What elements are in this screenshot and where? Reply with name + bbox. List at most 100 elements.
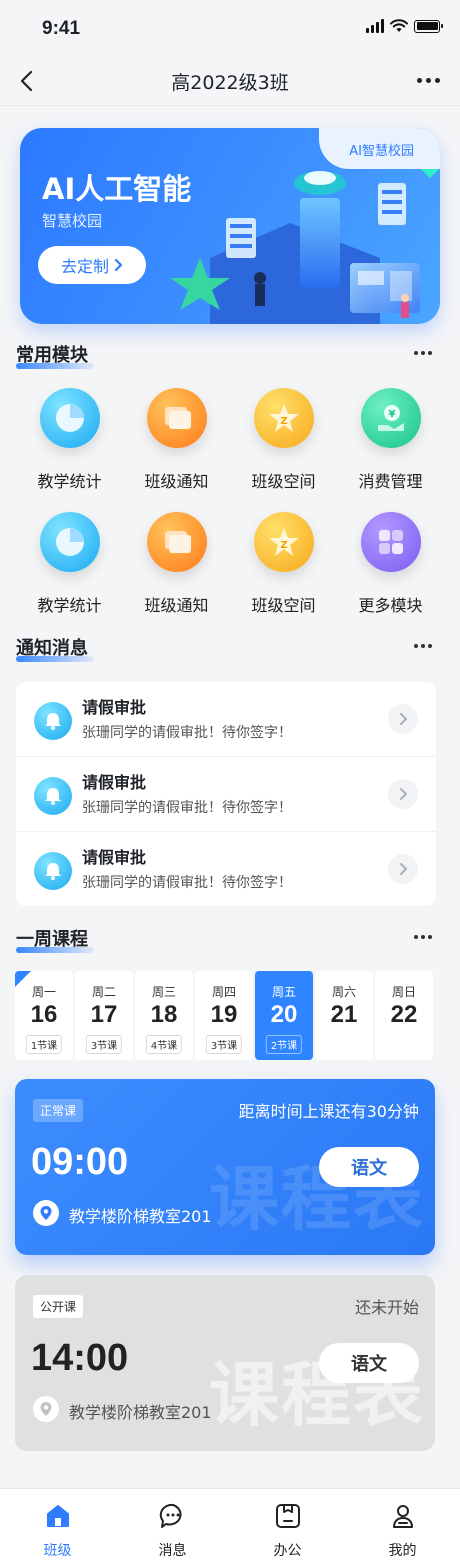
day-name: 周三 <box>151 985 176 999</box>
module-label: 教学统计 <box>37 472 102 491</box>
chat-icon <box>158 1501 188 1531</box>
customize-button-label: 去定制 <box>60 257 109 276</box>
page-title: 高2022级3班 <box>171 72 289 94</box>
notice-item[interactable]: 请假审批 张珊同学的请假审批！待你签字！ <box>16 757 436 832</box>
svg-text:Z: Z <box>280 416 287 427</box>
day-cell-wed[interactable]: 周三 18 4节课 <box>135 971 193 1060</box>
course-status: 还未开始 <box>354 1298 419 1317</box>
signal-icon <box>366 19 384 33</box>
message-icon <box>146 512 207 572</box>
course-card[interactable]: 课程表 正常课 距离时间上课还有30分钟 09:00 语文 教学楼阶梯教室201 <box>15 1079 435 1255</box>
notice-title: 请假审批 <box>82 848 147 867</box>
tab-bar: 班级 消息 办公 我的 <box>0 1488 460 1563</box>
notice-list: 请假审批 张珊同学的请假审批！待你签字！ 请假审批 张珊同学的请假审批！待你签字… <box>16 682 436 906</box>
briefcase-icon <box>273 1501 303 1531</box>
chevron-right-icon <box>114 259 123 271</box>
notice-desc: 张珊同学的请假审批！待你签字！ <box>82 800 292 816</box>
course-card[interactable]: 课程表 公开课 还未开始 14:00 语文 教学楼阶梯教室201 <box>15 1275 435 1451</box>
location-pin-icon <box>33 1200 59 1226</box>
day-name: 周一 <box>31 985 56 999</box>
notice-section-header: 通知消息 <box>16 634 444 662</box>
star-icon: Z <box>253 512 314 572</box>
section-more-button[interactable] <box>414 935 432 939</box>
day-name: 周二 <box>91 985 116 999</box>
section-more-button[interactable] <box>414 644 432 648</box>
customize-button[interactable]: 去定制 <box>38 246 146 284</box>
tab-class[interactable]: 班级 <box>0 1489 115 1563</box>
day-cell-sun[interactable]: 周日 22 <box>375 971 433 1060</box>
week-calendar: 周一 16 1节课 周二 17 3节课 周三 18 4节课 周四 19 3节课 … <box>15 971 435 1060</box>
day-cell-mon[interactable]: 周一 16 1节课 <box>15 971 73 1060</box>
svg-text:¥: ¥ <box>388 409 395 420</box>
day-cell-tue[interactable]: 周二 17 3节课 <box>75 971 133 1060</box>
notice-desc: 张珊同学的请假审批！待你签字！ <box>82 875 292 891</box>
section-title: 常用模块 <box>16 341 94 369</box>
module-label: 班级通知 <box>144 596 209 615</box>
banner[interactable]: AI智慧校园 AI人工智能 智慧校园 去定制 <box>20 128 440 324</box>
day-cell-thu[interactable]: 周四 19 3节课 <box>195 971 253 1060</box>
module-item[interactable]: ¥ 消费管理 <box>337 388 444 494</box>
more-button[interactable] <box>417 78 440 83</box>
module-label: 班级空间 <box>251 472 316 491</box>
course-location: 教学楼阶梯教室201 <box>69 1403 212 1422</box>
grid-icon <box>360 512 421 572</box>
chevron-right-icon[interactable] <box>388 779 418 809</box>
message-icon <box>146 388 207 448</box>
module-label: 班级通知 <box>144 472 209 491</box>
week-section-header: 一周课程 <box>16 925 444 953</box>
course-subject-button[interactable]: 语文 <box>319 1147 419 1187</box>
day-name: 周四 <box>211 985 236 999</box>
home-icon <box>43 1501 73 1531</box>
module-item[interactable]: 更多模块 <box>337 512 444 618</box>
tab-label: 班级 <box>43 1543 72 1559</box>
tab-profile[interactable]: 我的 <box>345 1489 460 1563</box>
tab-messages[interactable]: 消息 <box>115 1489 230 1563</box>
tab-label: 办公 <box>273 1543 302 1559</box>
banner-tag: AI智慧校园 <box>319 128 440 169</box>
lesson-count: 1节课 <box>25 1035 63 1054</box>
notice-item[interactable]: 请假审批 张珊同学的请假审批！待你签字！ <box>16 832 436 907</box>
location-pin-icon <box>33 1396 59 1422</box>
course-subject-button[interactable]: 语文 <box>319 1343 419 1383</box>
module-label: 更多模块 <box>358 596 423 615</box>
bell-icon <box>34 777 72 815</box>
tab-office[interactable]: 办公 <box>230 1489 345 1563</box>
lesson-count: 3节课 <box>205 1035 243 1054</box>
module-item[interactable]: 教学统计 <box>16 388 123 494</box>
battery-icon <box>414 19 443 33</box>
star-icon: Z <box>253 388 314 448</box>
module-item[interactable]: Z 班级空间 <box>230 388 337 494</box>
lesson-count: 3节课 <box>85 1035 123 1054</box>
course-location: 教学楼阶梯教室201 <box>69 1207 212 1226</box>
module-item[interactable]: 班级通知 <box>123 388 230 494</box>
day-cell-fri[interactable]: 周五 20 2节课 <box>255 971 313 1060</box>
day-number: 16 <box>30 1001 58 1028</box>
status-bar: 9:41 <box>0 0 460 56</box>
money-hand-icon: ¥ <box>360 388 421 448</box>
course-time: 09:00 <box>31 1141 129 1183</box>
notice-item[interactable]: 请假审批 张珊同学的请假审批！待你签字！ <box>16 682 436 757</box>
wifi-icon <box>390 19 408 32</box>
chevron-right-icon[interactable] <box>388 854 418 884</box>
tab-label: 我的 <box>388 1543 417 1559</box>
section-more-button[interactable] <box>414 351 432 355</box>
day-cell-sat[interactable]: 周六 21 <box>315 971 373 1060</box>
lesson-count: 4节课 <box>145 1035 183 1054</box>
bell-icon <box>34 852 72 890</box>
pie-chart-icon <box>39 512 100 572</box>
module-item[interactable]: 教学统计 <box>16 512 123 618</box>
course-type-badge: 正常课 <box>33 1099 84 1122</box>
notice-title: 请假审批 <box>82 773 147 792</box>
status-icons <box>366 19 443 33</box>
chevron-right-icon[interactable] <box>388 704 418 734</box>
module-label: 消费管理 <box>358 472 423 491</box>
module-label: 班级空间 <box>251 596 316 615</box>
module-item[interactable]: Z 班级空间 <box>230 512 337 618</box>
day-number: 19 <box>210 1001 238 1028</box>
pie-chart-icon <box>39 388 100 448</box>
user-icon <box>388 1501 418 1531</box>
day-name: 周五 <box>271 985 296 999</box>
svg-text:Z: Z <box>280 540 287 551</box>
module-item[interactable]: 班级通知 <box>123 512 230 618</box>
section-title: 通知消息 <box>16 634 94 662</box>
